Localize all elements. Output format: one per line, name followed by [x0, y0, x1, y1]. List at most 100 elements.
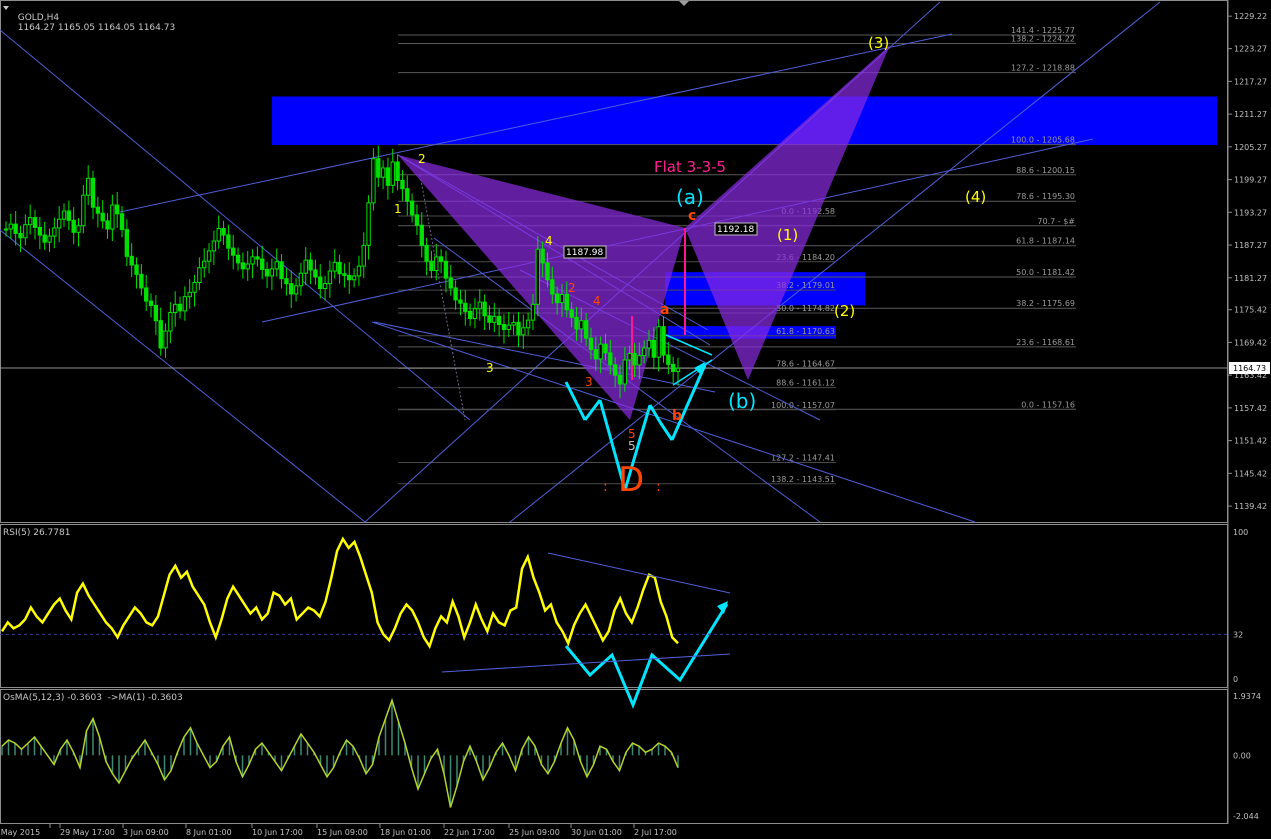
minor-wave-label: 2	[418, 152, 426, 166]
wave-label-yellow: (1)	[777, 226, 798, 244]
candle-body	[47, 235, 52, 243]
time-tick-label: 10 Jun 17:00	[252, 828, 303, 837]
price-tick-label: 1193.27	[1234, 208, 1267, 217]
candle-body	[173, 303, 178, 314]
candle-body	[501, 324, 507, 330]
candle-body	[250, 256, 255, 265]
candle-body	[231, 247, 236, 256]
price-tick-label: 1145.42	[1234, 469, 1267, 478]
candle-body	[139, 273, 144, 289]
price-tick-label: 1169.42	[1234, 338, 1267, 347]
candle-body	[313, 269, 318, 278]
candle-body	[255, 256, 260, 260]
candle-body	[467, 310, 473, 320]
candle-body	[153, 304, 159, 322]
candle-body	[608, 352, 613, 366]
time-tick-label: 3 Jun 09:00	[123, 828, 169, 837]
upper-blue-zone	[272, 96, 1217, 146]
candle-body	[260, 258, 265, 270]
candle-body	[641, 347, 647, 357]
time-tick-label: 29 May 17:00	[60, 828, 115, 837]
candle-body	[583, 320, 589, 339]
candle-body	[376, 158, 381, 178]
candle-body	[115, 204, 120, 215]
candle-body	[293, 285, 299, 295]
candle-body	[385, 167, 391, 186]
candle-body	[463, 302, 468, 312]
minor-wave-label: 4	[593, 294, 601, 308]
candle-body	[318, 276, 323, 290]
candle-body	[564, 294, 569, 311]
pattern-title: Flat 3-3-5	[654, 158, 726, 176]
price-tick-label: 1181.27	[1234, 274, 1267, 283]
fib-level-label: 23.6 - 1168.61	[1016, 338, 1075, 347]
candle-body	[356, 265, 362, 277]
candle-body	[56, 218, 62, 229]
candle-body	[27, 217, 33, 226]
candle-body	[395, 161, 400, 181]
wave-label-yellow: (3)	[868, 34, 889, 52]
candle-body	[110, 204, 115, 230]
candle-body	[337, 261, 342, 275]
candle-body	[13, 223, 18, 234]
price-tick-label: 1205.27	[1234, 143, 1267, 152]
fib-level-label: 78.6 - 1164.67	[776, 359, 835, 368]
price-tick-label: 1199.27	[1234, 176, 1267, 185]
candle-body	[632, 352, 637, 366]
current-price-label: 1164.73	[1233, 364, 1266, 373]
candle-body	[23, 224, 28, 239]
fib-level-label: 100.0 - 1157.07	[771, 401, 835, 410]
candle-body	[66, 210, 72, 221]
candle-body	[8, 223, 14, 230]
price-tick-label: 1175.42	[1234, 306, 1267, 315]
candle-body	[443, 260, 449, 279]
candle-body	[588, 337, 594, 351]
candle-body	[438, 256, 444, 262]
candle-body	[119, 213, 125, 231]
d-marker-dots: :	[656, 479, 661, 495]
candle-body	[269, 268, 275, 277]
chart-stage: 141.4 - 1225.77138.2 - 1224.22127.2 - 12…	[0, 0, 1271, 839]
rsi-tick-label: 100	[1233, 528, 1248, 537]
time-tick-label: 18 Jun 01:00	[380, 828, 431, 837]
time-tick-label: 2 Jul 17:00	[634, 828, 677, 837]
candle-body	[670, 363, 676, 372]
candle-body	[52, 227, 57, 237]
osma-label: OsMA(5,12,3) -0.3603 ->MA(1) -0.3603	[3, 693, 183, 703]
candle-body	[332, 261, 337, 272]
candle-body	[351, 275, 357, 281]
candle-body	[530, 303, 536, 321]
rsi-tick-label: 0	[1233, 675, 1238, 684]
candle-body	[202, 260, 207, 269]
fib-level-label: 100.0 - 1205.68	[1011, 136, 1075, 145]
candle-body	[81, 194, 86, 227]
pattern-point-a: a	[660, 302, 669, 318]
candle-body	[516, 321, 521, 336]
candle-body	[656, 326, 661, 358]
ohlc-label: 1164.27 1165.05 1164.05 1164.73	[17, 23, 176, 33]
osma-tick-label: -2.044	[1233, 812, 1259, 821]
candle-body	[245, 263, 250, 270]
candle-body	[124, 229, 130, 257]
candle-body	[61, 210, 67, 220]
candle-body	[545, 262, 550, 281]
symbol-label: GOLD,H4	[17, 13, 60, 23]
candle-body	[221, 227, 226, 236]
price-tick-label: 1223.27	[1234, 45, 1267, 54]
candle-body	[661, 326, 666, 356]
fib-level-label: 70.7 - $#	[1037, 217, 1075, 226]
fib-level-label: 50.0 - 1181.42	[1016, 268, 1075, 277]
candle-body	[617, 374, 623, 385]
candle-body	[18, 232, 23, 239]
fib-level-label: 127.2 - 1218.88	[1011, 64, 1075, 73]
candle-body	[327, 270, 333, 285]
candle-body	[322, 283, 328, 290]
candle-body	[380, 167, 386, 178]
candle-body	[434, 256, 439, 272]
candle-body	[3, 228, 9, 231]
candle-body	[424, 244, 429, 262]
minor-wave-label: 2	[568, 281, 576, 295]
candle-body	[289, 283, 294, 295]
candle-body	[603, 343, 608, 354]
candle-body	[627, 352, 632, 361]
